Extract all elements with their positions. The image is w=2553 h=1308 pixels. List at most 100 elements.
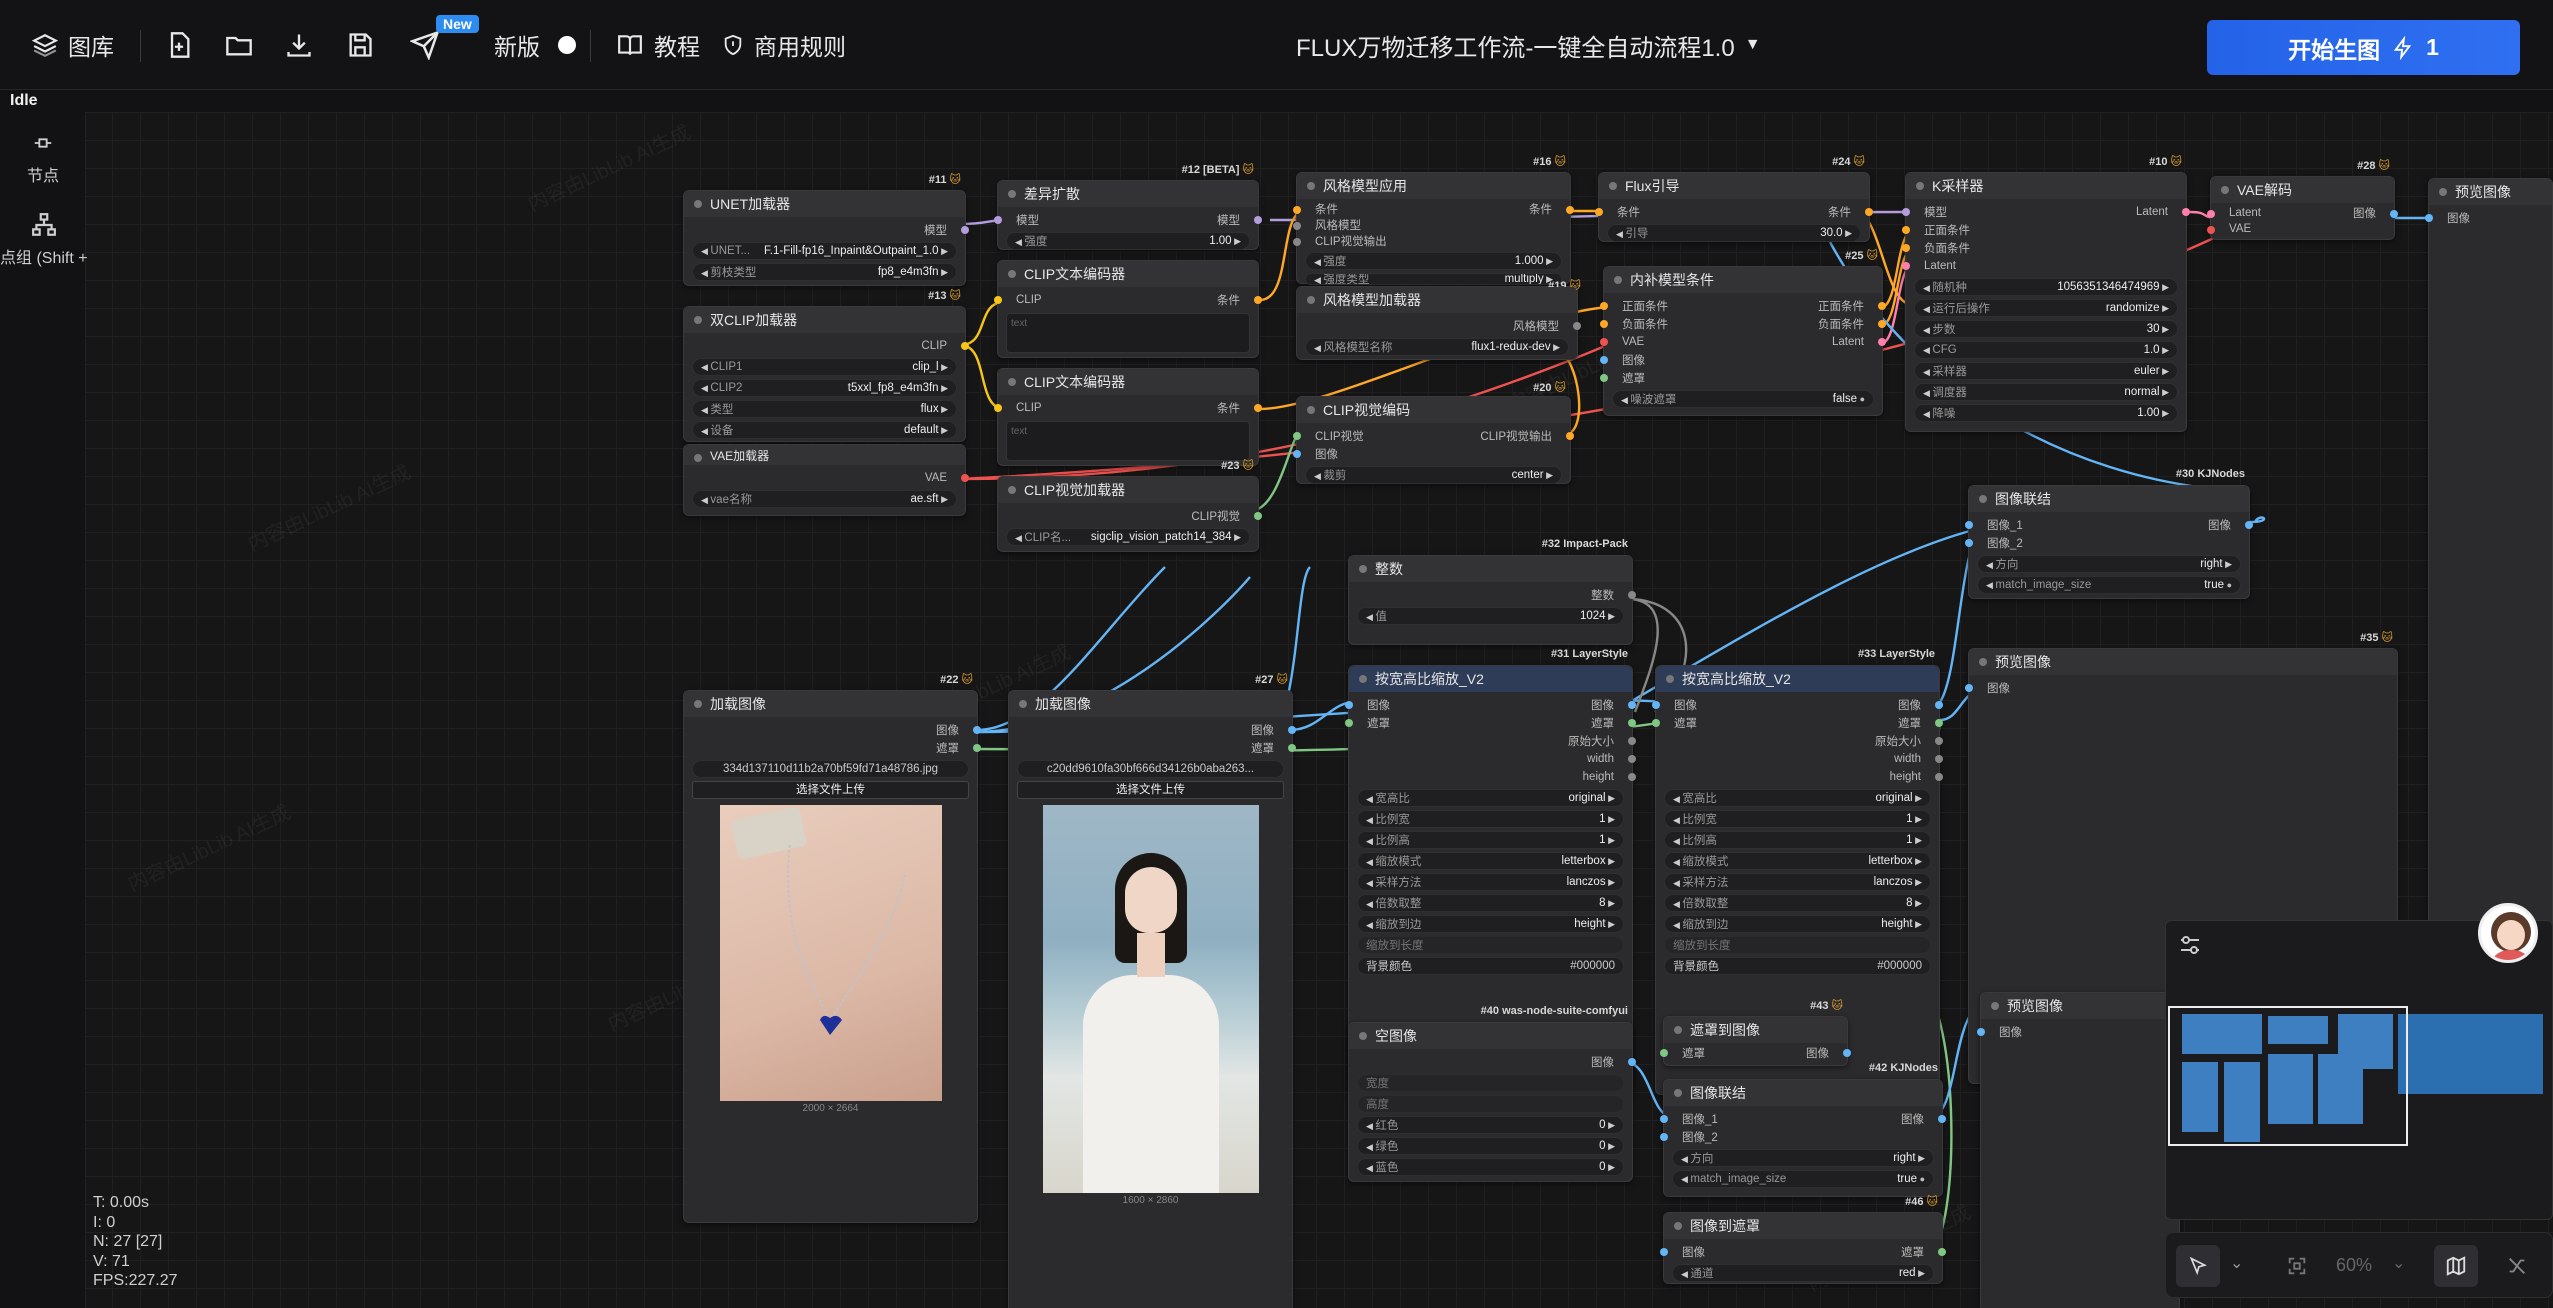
tutorial-button[interactable]: 教程 <box>616 0 700 90</box>
output-socket[interactable] <box>1628 591 1636 599</box>
input-socket[interactable] <box>1293 238 1301 246</box>
input-socket[interactable] <box>1595 208 1603 216</box>
node-image-to-mask[interactable]: #46 🐱 图像到遮罩 图像 遮罩 通道red <box>1660 1196 1946 1284</box>
widget-noise-mask[interactable]: 噪波遮罩false <box>1612 390 1874 408</box>
widget-scale-to-side[interactable]: 缩放到边height <box>1357 915 1624 933</box>
group-button[interactable]: 点组 (Shift + <box>0 212 88 268</box>
widget-clip2[interactable]: CLIP2t5xxl_fp8_e4m3fn <box>692 379 957 397</box>
input-socket[interactable] <box>1965 684 1973 692</box>
widget-ratio-width[interactable]: 比例宽1 <box>1357 810 1624 828</box>
output-socket[interactable] <box>1865 208 1873 216</box>
minimap-avatar[interactable] <box>2478 903 2538 963</box>
output-socket[interactable] <box>1628 737 1636 745</box>
node-vae-loader[interactable]: VAE加载器 VAE vae名称ae.sft <box>683 444 969 516</box>
input-socket[interactable] <box>1660 1049 1668 1057</box>
output-socket[interactable] <box>1254 512 1262 520</box>
prompt-textarea[interactable]: text <box>1006 313 1250 353</box>
chevron-down-icon[interactable]: ⌄ <box>2230 1253 2243 1273</box>
node-flux-guidance[interactable]: #24 🐱 Flux引导 条件 条件 引导30.0 <box>1595 156 1873 242</box>
input-socket[interactable] <box>1660 1115 1668 1123</box>
output-socket[interactable] <box>1935 701 1943 709</box>
workflow-title-dropdown[interactable]: FLUX万物迁移工作流-一键全自动流程1.0 ▼ <box>1296 0 1761 90</box>
widget-direction[interactable]: 方向right <box>1672 1149 1934 1167</box>
node-unet-loader[interactable]: #11 🐱 UNET加载器 模型 UNET...F.1-Fill-fp16_In… <box>683 174 969 286</box>
minimap-toggle-button[interactable] <box>2434 1245 2478 1287</box>
node-clip-text-encoder[interactable]: CLIP文本编码器 CLIP 条件 text <box>994 368 1262 466</box>
widget-guidance[interactable]: 引导30.0 <box>1607 224 1861 242</box>
input-socket[interactable] <box>1660 1133 1668 1141</box>
node-inpaint-model-conditioning[interactable]: #25 🐱 内补模型条件 正面条件 正面条件 负面条件 负面条件 VAE Latent… <box>1600 250 1886 416</box>
output-socket[interactable] <box>1288 744 1296 752</box>
output-socket[interactable] <box>1938 1115 1946 1123</box>
input-socket[interactable] <box>2207 210 2215 218</box>
output-socket[interactable] <box>1878 320 1886 328</box>
input-socket[interactable] <box>2207 226 2215 234</box>
widget-steps[interactable]: 步数30 <box>1914 320 2178 338</box>
library-button[interactable]: 图库 <box>32 0 114 90</box>
node-load-image[interactable]: #22 🐱 加载图像 图像 遮罩 334d137110d11b2a70bf59f… <box>683 674 981 1223</box>
node-style-model-loader[interactable]: #19 🐱 风格模型加载器 风格模型 风格模型名称flux1-redux-dev <box>1296 280 1581 360</box>
minimap[interactable] <box>2165 903 2553 1220</box>
widget-denoise[interactable]: 降噪1.00 <box>1914 404 2178 422</box>
output-socket[interactable] <box>1288 726 1296 734</box>
widget-strength[interactable]: 强度1.00 <box>1006 232 1250 250</box>
input-socket[interactable] <box>1600 338 1608 346</box>
widget-green[interactable]: 绿色0 <box>1357 1137 1624 1155</box>
widget-round-multiple[interactable]: 倍数取整8 <box>1664 894 1931 912</box>
widget-red[interactable]: 红色0 <box>1357 1116 1624 1134</box>
output-socket[interactable] <box>1628 719 1636 727</box>
node-mask-to-image[interactable]: #43 🐱 遮罩到图像 遮罩 图像 <box>1660 1000 1851 1066</box>
input-socket[interactable] <box>1600 356 1608 364</box>
output-socket[interactable] <box>1935 719 1943 727</box>
node-differential-diffusion[interactable]: #12 [BETA] 🐱 差异扩散 模型 模型 强度1.00 <box>994 164 1262 250</box>
output-socket[interactable] <box>2390 210 2398 218</box>
save-button[interactable] <box>346 0 374 90</box>
input-socket[interactable] <box>1652 719 1660 727</box>
output-socket[interactable] <box>1566 206 1574 214</box>
output-socket[interactable] <box>1254 216 1262 224</box>
widget-strength-type[interactable]: 强度类型multiply <box>1305 273 1562 285</box>
output-socket[interactable] <box>1935 755 1943 763</box>
zoom-level[interactable]: 60% <box>2336 1255 2372 1276</box>
input-socket[interactable] <box>1600 374 1608 382</box>
settings-sliders-icon[interactable] <box>2178 933 2202 957</box>
input-socket[interactable] <box>1660 1248 1668 1256</box>
widget-sampling-method[interactable]: 采样方法lanczos <box>1357 873 1624 891</box>
node-style-model-apply[interactable]: #16 🐱 风格模型应用 条件条件 风格模型 CLIP视觉输出 强度1.000 … <box>1293 156 1574 285</box>
widget-clip1[interactable]: CLIP1clip_l <box>692 358 957 376</box>
input-socket[interactable] <box>1345 719 1353 727</box>
widget-scale-to-length[interactable]: 缩放到长度 <box>1357 936 1624 954</box>
widget-blue[interactable]: 蓝色0 <box>1357 1158 1624 1176</box>
output-socket[interactable] <box>1254 404 1262 412</box>
node-load-image[interactable]: #27 🐱 加载图像 图像 遮罩 c20dd9610fa30bf666d3412… <box>1008 674 1296 1308</box>
widget-type[interactable]: 类型flux <box>692 400 957 418</box>
widget-control-after[interactable]: 运行后操作randomize <box>1914 299 2178 317</box>
upload-button[interactable]: 选择文件上传 <box>1017 781 1284 799</box>
run-button[interactable]: 开始生图 1 <box>2207 20 2520 75</box>
output-socket[interactable] <box>1628 755 1636 763</box>
input-socket[interactable] <box>994 216 1002 224</box>
output-socket[interactable] <box>1878 338 1886 346</box>
chevron-down-icon[interactable]: ⌄ <box>2392 1253 2405 1273</box>
widget-image-file[interactable]: 334d137110d11b2a70bf59fd71a48786.jpg <box>692 760 969 778</box>
output-socket[interactable] <box>1573 322 1581 330</box>
node-integer[interactable]: #32 Impact-Pack 整数 整数 值1024 <box>1348 538 1636 645</box>
widget-strength[interactable]: 强度1.000 <box>1305 252 1562 270</box>
widget-weight-dtype[interactable]: 剪枝类型fp8_e4m3fn <box>692 263 957 281</box>
input-socket[interactable] <box>994 404 1002 412</box>
widget-fit-mode[interactable]: 缩放模式letterbox <box>1664 852 1931 870</box>
input-socket[interactable] <box>1902 244 1910 252</box>
widget-width[interactable]: 宽度 <box>1357 1074 1624 1092</box>
input-socket[interactable] <box>1965 521 1973 529</box>
output-socket[interactable] <box>1935 773 1943 781</box>
node-image-concatenate[interactable]: #42 KJNodes 图像联结 图像_1 图像 图像_2 方向right mat… <box>1660 1062 1946 1197</box>
node-preview-image[interactable]: 预览图像 图像 <box>1977 992 2180 1308</box>
widget-sampler[interactable]: 采样器euler <box>1914 362 2178 380</box>
output-socket[interactable] <box>2182 208 2190 216</box>
fit-view-icon[interactable] <box>2286 1255 2308 1277</box>
output-socket[interactable] <box>1566 432 1574 440</box>
output-socket[interactable] <box>1938 1248 1946 1256</box>
widget-value[interactable]: 值1024 <box>1357 607 1624 625</box>
widget-crop[interactable]: 裁剪center <box>1305 466 1562 484</box>
input-socket[interactable] <box>1293 450 1301 458</box>
